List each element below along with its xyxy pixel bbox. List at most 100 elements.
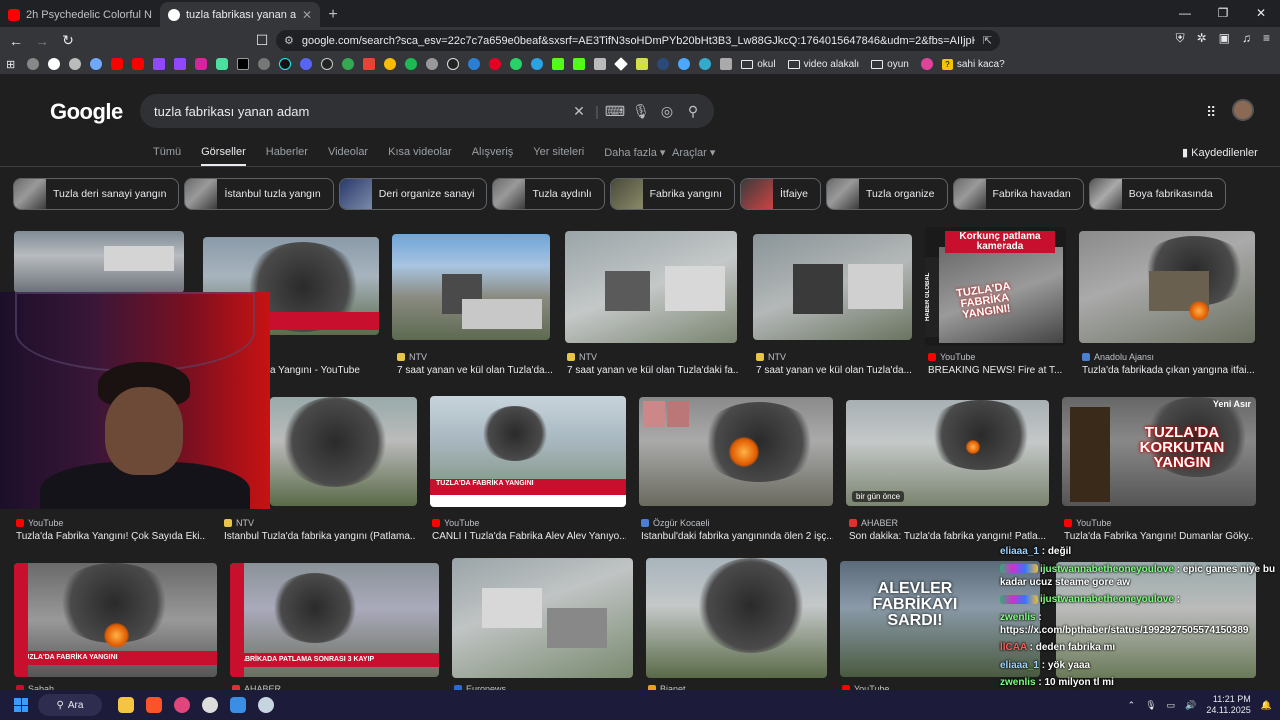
volume-icon[interactable]: 🔊 xyxy=(1185,700,1196,711)
chip[interactable]: Tuzla aydınlı xyxy=(492,178,605,210)
discord-icon[interactable] xyxy=(300,58,313,70)
close-tab-icon[interactable]: ✕ xyxy=(302,8,312,22)
youtube-bookmark-icon[interactable] xyxy=(111,58,124,70)
folder-video-alakali[interactable]: video alakalı xyxy=(787,59,859,70)
folder-okul[interactable]: okul xyxy=(741,59,776,70)
result-image[interactable] xyxy=(14,231,184,293)
pinterest-icon[interactable] xyxy=(489,58,502,70)
steam-icon[interactable] xyxy=(657,58,670,70)
chip[interactable]: İtfaiye xyxy=(740,178,822,210)
kick-icon[interactable] xyxy=(321,58,334,70)
result-image[interactable] xyxy=(392,234,550,340)
google-logo[interactable]: Google xyxy=(50,99,123,125)
chip[interactable]: Tuzla organize xyxy=(826,178,948,210)
tab-youtube[interactable]: 2h Psychedelic Colorful Neon Backgr... xyxy=(0,2,160,27)
saved-button[interactable]: ▮ Kaydedilenler xyxy=(1182,146,1258,159)
brave-icon[interactable] xyxy=(146,697,162,713)
minimize-button[interactable]: — xyxy=(1166,0,1204,27)
tab-more[interactable]: Daha fazla ▾ xyxy=(604,146,665,167)
grid-icon[interactable] xyxy=(720,58,733,70)
result-source[interactable]: YouTube xyxy=(432,518,479,528)
back-icon[interactable]: ← xyxy=(6,33,26,49)
result-caption[interactable]: Tuzla'da fabrikada çıkan yangına itfai..… xyxy=(1082,365,1254,376)
result-caption[interactable]: Tuzla'da Fabrika Yangını! Çok Sayıda Eki… xyxy=(16,531,206,542)
result-image[interactable] xyxy=(646,558,827,678)
tiktok-icon[interactable] xyxy=(279,58,292,70)
search-query[interactable]: tuzla fabrikası yanan adam xyxy=(154,104,566,119)
chatgpt-icon[interactable] xyxy=(69,58,82,70)
twitch-icon[interactable] xyxy=(153,58,166,70)
share-icon[interactable]: ⇱ xyxy=(983,34,992,47)
spotify-icon[interactable] xyxy=(405,58,418,70)
result-caption[interactable]: 7 saat yanan ve kül olan Tuzla'da... xyxy=(397,365,553,376)
instagram-icon[interactable] xyxy=(195,58,208,70)
result-source[interactable]: YouTube xyxy=(928,352,975,362)
music-icon[interactable]: ♫ xyxy=(1242,31,1251,46)
result-source[interactable]: NTV xyxy=(756,352,786,362)
chip[interactable]: Fabrika yangını xyxy=(609,178,735,210)
clock[interactable]: 11:21 PM 24.11.2025 xyxy=(1206,694,1250,716)
menu-icon[interactable]: ≡ xyxy=(1263,31,1270,46)
result-caption[interactable]: İstanbul'daki fabrika yangınında ölen 2 … xyxy=(641,531,833,542)
sidebar-icon[interactable]: ▣ xyxy=(1219,31,1230,46)
x-icon[interactable] xyxy=(237,58,250,70)
diamond-icon[interactable] xyxy=(614,57,629,71)
site-info-icon[interactable]: ⚙ xyxy=(284,34,294,47)
bookmark-icon[interactable]: ☐ xyxy=(252,32,272,49)
link-icon[interactable] xyxy=(258,58,271,70)
keyboard-icon[interactable]: ⌨ xyxy=(602,103,628,120)
result-image[interactable] xyxy=(565,231,737,343)
tab-videos[interactable]: Videolar xyxy=(328,146,368,167)
result-image[interactable]: TUZLA'DA KORKUTAN YANGIN Yeni Asır xyxy=(1062,397,1256,506)
tab-shopping[interactable]: Alışveriş xyxy=(472,146,514,167)
tab-all[interactable]: Tümü xyxy=(153,146,181,167)
cube-icon[interactable] xyxy=(594,58,607,70)
maximize-button[interactable]: ❐ xyxy=(1204,0,1242,27)
result-caption[interactable]: 7 saat yanan ve kül olan Tuzla'daki fa..… xyxy=(567,365,739,376)
result-source[interactable]: Özgür Kocaeli xyxy=(641,518,710,528)
notification-icon[interactable]: 🔔 xyxy=(1261,700,1272,711)
telegram-icon[interactable] xyxy=(531,58,544,70)
chip[interactable]: Deri organize sanayi xyxy=(338,178,488,210)
kick-green-icon[interactable] xyxy=(573,58,586,70)
steam-icon[interactable] xyxy=(258,697,274,713)
result-source[interactable]: Anadolu Ajansı xyxy=(1082,352,1154,362)
close-window-button[interactable]: ✕ xyxy=(1242,0,1280,27)
result-source[interactable]: NTV xyxy=(397,352,427,362)
windows-start-icon[interactable] xyxy=(14,698,28,712)
github-icon[interactable] xyxy=(447,58,460,70)
result-image[interactable] xyxy=(452,558,633,678)
avatar[interactable] xyxy=(1232,99,1254,121)
puzzle-icon[interactable] xyxy=(636,58,649,70)
result-image[interactable] xyxy=(753,234,912,340)
network-icon[interactable]: ▭ xyxy=(1167,700,1176,711)
result-image[interactable]: FABRİKADA PATLAMA SONRASI 3 KAYIP xyxy=(230,563,439,677)
file-explorer-icon[interactable] xyxy=(118,697,134,713)
result-source[interactable]: NTV xyxy=(224,518,254,528)
result-image[interactable] xyxy=(639,397,833,506)
address-bar[interactable]: ⚙ google.com/search?sca_esv=22c7c7a659e0… xyxy=(276,30,1000,51)
result-caption[interactable]: İstanbul Tuzla'da fabrika yangını (Patla… xyxy=(224,531,416,542)
search-box[interactable]: tuzla fabrikası yanan adam ✕ | ⌨ 🎙 ◎ ⚲ xyxy=(140,94,714,128)
result-image[interactable] xyxy=(1079,231,1255,343)
maps-icon[interactable] xyxy=(342,58,355,70)
tab-short-videos[interactable]: Kısa videolar xyxy=(388,146,452,167)
gmail-icon[interactable] xyxy=(363,58,376,70)
clock-icon[interactable] xyxy=(699,58,712,70)
reload-icon[interactable]: ↻ xyxy=(58,32,78,49)
new-tab-button[interactable]: + xyxy=(320,2,346,27)
clear-icon[interactable]: ✕ xyxy=(566,103,592,120)
chat-icon[interactable] xyxy=(216,58,229,70)
bookmark-sahi-kaca[interactable]: ? sahi kaca? xyxy=(941,58,1005,70)
apps-grid-icon[interactable]: ⊞ xyxy=(6,58,15,71)
lens-icon[interactable]: ◎ xyxy=(654,103,680,120)
result-caption[interactable]: Tuzla'da Fabrika Yangını! Dumanlar Göky.… xyxy=(1064,531,1254,542)
chip[interactable]: Tuzla deri sanayi yangın xyxy=(13,178,180,210)
result-caption[interactable]: BREAKING NEWS! Fire at T... xyxy=(928,365,1068,376)
edge-icon[interactable] xyxy=(468,58,481,70)
forward-icon[interactable]: → xyxy=(32,33,52,49)
result-source[interactable]: AHABER xyxy=(849,518,898,528)
result-image[interactable]: TUZLA'DA FABRİKA YANGINI xyxy=(14,563,217,677)
result-caption[interactable]: 7 saat yanan ve kül olan Tuzla'da... xyxy=(756,365,912,376)
result-image[interactable] xyxy=(270,397,417,506)
